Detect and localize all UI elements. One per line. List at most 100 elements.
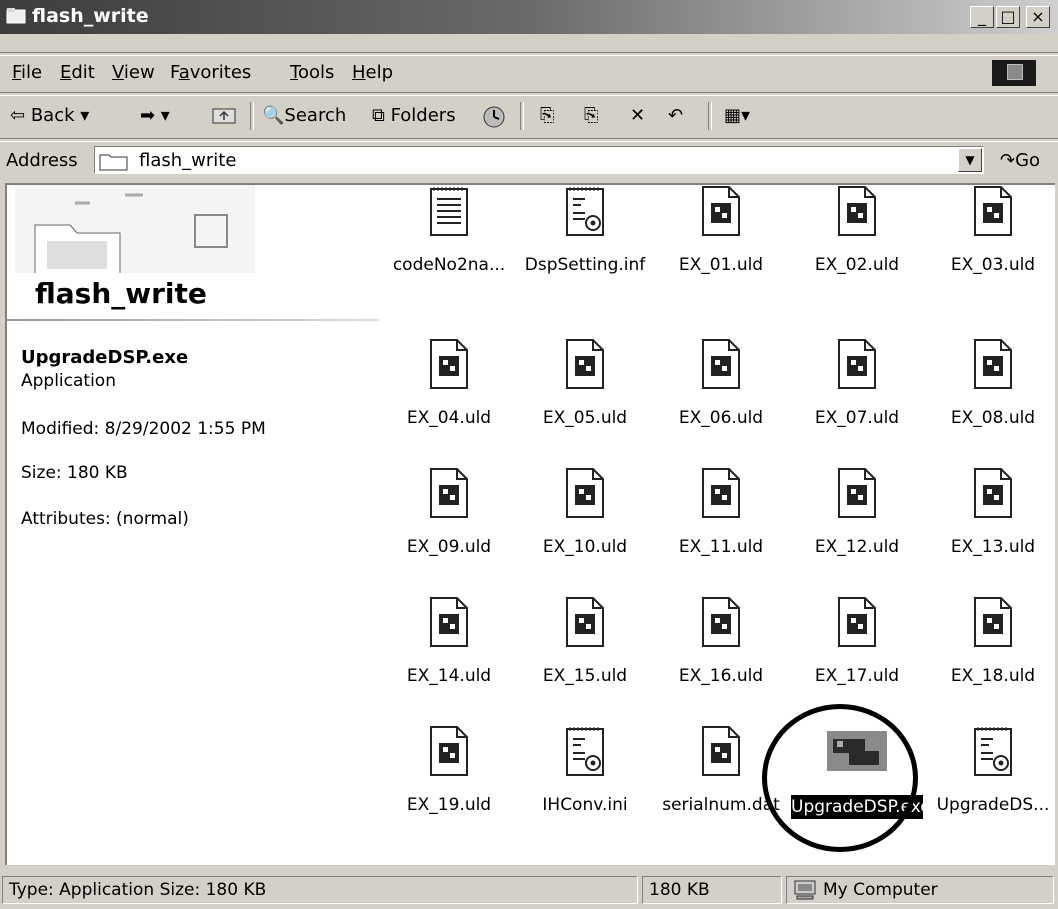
file-item[interactable]: EX_16.uld bbox=[657, 596, 785, 726]
folder-icon bbox=[99, 154, 128, 171]
uld-file-icon bbox=[973, 596, 1013, 648]
menu-view[interactable]: View bbox=[112, 62, 155, 83]
file-item[interactable]: EX_04.uld bbox=[385, 338, 513, 468]
folders-button[interactable]: ⧉ Folders bbox=[372, 105, 456, 126]
file-item[interactable]: EX_11.uld bbox=[657, 467, 785, 597]
menu-edit[interactable]: Edit bbox=[60, 62, 95, 83]
back-button[interactable]: ⇦ Back ▾ bbox=[10, 105, 89, 126]
file-item[interactable]: EX_09.uld bbox=[385, 467, 513, 597]
file-name: EX_07.uld bbox=[814, 408, 900, 428]
file-name: codeNo2na... bbox=[392, 255, 506, 275]
uld-file-icon bbox=[837, 185, 877, 237]
uld-file-icon bbox=[973, 467, 1013, 519]
file-item[interactable]: EX_14.uld bbox=[385, 596, 513, 726]
explorer-window: flash_write _ □ × File Edit View Favorit… bbox=[0, 0, 1058, 909]
uld-file-icon bbox=[429, 596, 469, 648]
status-zone: My Computer bbox=[786, 876, 1054, 904]
file-item[interactable]: EX_15.uld bbox=[521, 596, 649, 726]
file-item[interactable]: EX_12.uld bbox=[793, 467, 921, 597]
file-item[interactable]: EX_19.uld bbox=[385, 725, 513, 855]
move-to-button[interactable]: ⎘ bbox=[540, 105, 554, 126]
settings-file-icon bbox=[565, 185, 605, 237]
up-folder-button[interactable] bbox=[212, 105, 236, 130]
folder-title: flash_write bbox=[35, 277, 207, 310]
address-dropdown-button[interactable]: ▼ bbox=[958, 148, 982, 172]
divider bbox=[0, 92, 1058, 96]
go-arrow-icon: ↷ bbox=[1000, 150, 1016, 171]
file-name: EX_06.uld bbox=[678, 408, 764, 428]
uld-file-icon bbox=[429, 725, 469, 777]
menu-tools[interactable]: Tools bbox=[290, 62, 334, 83]
status-main: Type: Application Size: 180 KB bbox=[2, 876, 638, 904]
file-item[interactable]: EX_02.uld bbox=[793, 185, 921, 315]
menu-help[interactable]: Help bbox=[352, 62, 393, 83]
uld-file-icon bbox=[429, 467, 469, 519]
file-name: EX_15.uld bbox=[542, 666, 628, 686]
file-size: Size: 180 KB bbox=[21, 463, 128, 483]
file-item[interactable]: UpgradeDS... bbox=[929, 725, 1057, 855]
toolbar-separator bbox=[708, 102, 712, 130]
file-name: EX_12.uld bbox=[814, 537, 900, 557]
file-name: EX_17.uld bbox=[814, 666, 900, 686]
file-name: EX_19.uld bbox=[406, 795, 492, 815]
file-name: EX_01.uld bbox=[678, 255, 764, 275]
history-icon bbox=[483, 106, 505, 128]
file-item[interactable]: EX_07.uld bbox=[793, 338, 921, 468]
address-bar: Address flash_write bbox=[0, 142, 1058, 178]
menu-view-label: iew bbox=[123, 62, 155, 83]
file-name: DspSetting.inf bbox=[524, 255, 646, 275]
forward-button[interactable]: ➡ ▾ bbox=[140, 105, 170, 126]
folder-window-icon bbox=[6, 8, 26, 24]
file-name: EX_11.uld bbox=[678, 537, 764, 557]
file-item[interactable]: EX_01.uld bbox=[657, 185, 785, 315]
windows-logo-icon bbox=[992, 60, 1036, 86]
menu-favorites[interactable]: Favorites bbox=[170, 62, 251, 83]
views-button[interactable]: ▦▾ bbox=[724, 105, 750, 126]
settings-file-icon bbox=[565, 725, 605, 777]
maximize-button[interactable]: □ bbox=[996, 6, 1020, 28]
address-input[interactable]: flash_write bbox=[94, 146, 984, 174]
history-button[interactable] bbox=[482, 105, 506, 134]
search-button[interactable]: 🔍Search bbox=[262, 105, 346, 126]
status-size: 180 KB bbox=[642, 876, 782, 904]
file-item[interactable]: EX_08.uld bbox=[929, 338, 1057, 468]
uld-file-icon bbox=[565, 338, 605, 390]
file-name: EX_03.uld bbox=[950, 255, 1036, 275]
uld-file-icon bbox=[973, 338, 1013, 390]
file-item[interactable]: EX_06.uld bbox=[657, 338, 785, 468]
file-item[interactable]: EX_03.uld bbox=[929, 185, 1057, 315]
file-name: UpgradeDS... bbox=[936, 795, 1050, 815]
modified-date: Modified: 8/29/2002 1:55 PM bbox=[21, 419, 266, 439]
menu-file[interactable]: File bbox=[12, 62, 42, 83]
uld-file-icon bbox=[565, 467, 605, 519]
undo-button[interactable]: ↶ bbox=[668, 105, 683, 126]
file-item[interactable]: EX_10.uld bbox=[521, 467, 649, 597]
uld-file-icon bbox=[701, 596, 741, 648]
file-attributes: Attributes: (normal) bbox=[21, 509, 189, 529]
file-name: EX_09.uld bbox=[406, 537, 492, 557]
file-item[interactable]: IHConv.ini bbox=[521, 725, 649, 855]
file-name: EX_02.uld bbox=[814, 255, 900, 275]
file-item[interactable]: EX_13.uld bbox=[929, 467, 1057, 597]
copy-to-button[interactable]: ⎘ bbox=[584, 105, 598, 126]
menu-tools-label: ools bbox=[297, 62, 335, 83]
file-item[interactable]: codeNo2na... bbox=[385, 185, 513, 315]
uld-file-icon bbox=[837, 467, 877, 519]
uld-file-icon bbox=[701, 467, 741, 519]
title-bar[interactable]: flash_write _ □ × bbox=[0, 0, 1058, 34]
menu-file-label: ile bbox=[21, 62, 43, 83]
uld-file-icon bbox=[973, 185, 1013, 237]
search-icon: 🔍 bbox=[262, 105, 285, 126]
menu-help-label: elp bbox=[365, 62, 394, 83]
minimize-button[interactable]: _ bbox=[970, 6, 994, 28]
toolbar-separator bbox=[520, 102, 524, 130]
highlight-circle bbox=[762, 704, 918, 852]
file-item[interactable]: EX_05.uld bbox=[521, 338, 649, 468]
views-icon: ▦▾ bbox=[724, 105, 751, 126]
file-item[interactable]: EX_18.uld bbox=[929, 596, 1057, 726]
close-button[interactable]: × bbox=[1026, 6, 1050, 28]
go-button[interactable]: ↷Go bbox=[1000, 150, 1040, 171]
uld-file-icon bbox=[565, 596, 605, 648]
file-item[interactable]: DspSetting.inf bbox=[521, 185, 649, 315]
delete-button[interactable]: ✕ bbox=[630, 105, 645, 126]
